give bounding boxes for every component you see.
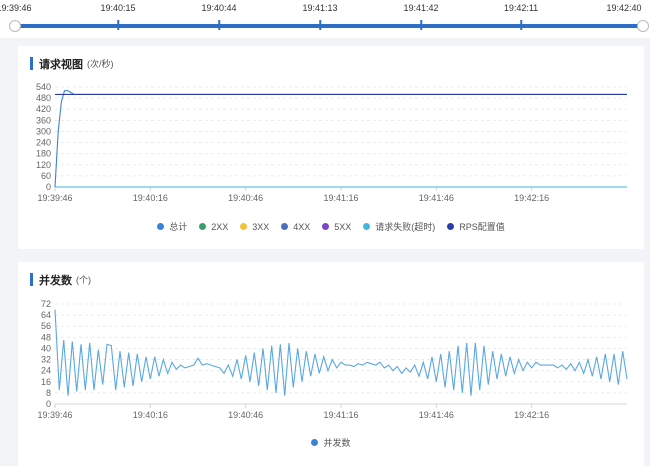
legend-label: 请求失败(超时)	[375, 222, 436, 232]
legend-marker	[157, 223, 165, 230]
timeline-label: 19:40:44	[201, 3, 237, 13]
timeline-tick	[520, 20, 522, 30]
y-tick-label: 0	[46, 182, 51, 192]
legend-marker	[281, 223, 289, 230]
concurrency-chart: 08162432 4048566472 19:39:46 19:40:16 19:40:…	[37, 299, 628, 420]
request-view-chart: 060120180240 300360420480540 19:39:46 19:40…	[36, 82, 627, 203]
legend-marker	[199, 223, 207, 230]
legend-label: RPS配置值	[459, 222, 505, 232]
legend-item[interactable]: 5XX	[322, 220, 351, 233]
timeline-label: 19:42:11	[503, 3, 539, 13]
x-tick-label: 19:40:16	[133, 193, 168, 203]
y-tick-label: 60	[41, 171, 51, 181]
legend-marker	[447, 223, 455, 230]
timeline-tick	[420, 20, 422, 30]
request-view-panel: 请求视图 (次/秒) 0 60 120 180 240 300 360 420 480 540 19…	[18, 46, 644, 249]
y-tick-label: 8	[46, 388, 51, 398]
timeline-label: 19:40:15	[100, 3, 136, 13]
x-tick-label: 19:40:16	[133, 410, 168, 420]
concurrency-legend: 并发数	[18, 436, 644, 449]
concurrency-panel: 并发数 (个) 0 8 16 24 32 40 48 56 64 72 19:39:46 19:40:…	[18, 262, 644, 466]
timeline-label: 19:41:13	[302, 3, 338, 13]
y-tick-label: 32	[41, 355, 51, 365]
y-tick-label: 40	[41, 343, 51, 353]
timeline-end-handle[interactable]	[637, 20, 649, 32]
series-line	[54, 90, 627, 188]
timeline-tick	[117, 20, 119, 30]
timeline-label: 19:42:40	[606, 3, 642, 13]
x-tick-label: 19:41:16	[323, 410, 358, 420]
legend-item[interactable]: 总计	[157, 220, 187, 233]
y-tick-label: 64	[41, 310, 51, 320]
legend-marker	[311, 439, 319, 446]
x-tick-label: 19:40:46	[228, 410, 263, 420]
timeline-tick	[218, 20, 220, 30]
x-tick-label: 19:41:16	[323, 193, 358, 203]
y-tick-label: 16	[41, 377, 51, 387]
y-tick-label: 540	[36, 82, 51, 92]
series-line	[54, 309, 628, 396]
request-view-legend: 总计 2XX 3XX 4XX 5XX 请求失败(超时) RPS配置值	[18, 220, 644, 233]
legend-item[interactable]: RPS配置值	[447, 220, 505, 233]
legend-marker	[240, 223, 248, 230]
timeline-label: 19:39:46	[0, 3, 32, 13]
y-tick-label: 240	[36, 138, 51, 148]
legend-marker	[322, 223, 330, 230]
legend-item[interactable]: 4XX	[281, 220, 310, 233]
y-tick-label: 72	[41, 299, 51, 309]
y-tick-label: 180	[36, 149, 51, 159]
legend-item[interactable]: 请求失败(超时)	[363, 220, 435, 233]
y-tick-label: 24	[41, 366, 51, 376]
legend-label: 总计	[169, 222, 188, 232]
y-tick-label: 360	[36, 115, 51, 125]
timeline-tick	[319, 20, 321, 30]
legend-item[interactable]: 2XX	[199, 220, 228, 233]
legend-label: 4XX	[293, 221, 311, 232]
time-range-timeline: 19:39:46 19:40:15 19:40:44 19:41:13 19:4…	[0, 0, 650, 38]
legend-item[interactable]: 3XX	[240, 220, 269, 233]
y-tick-label: 120	[36, 160, 51, 170]
x-tick-label: 19:40:46	[228, 193, 263, 203]
x-tick-label: 19:42:16	[514, 410, 549, 420]
x-tick-label: 19:41:46	[419, 410, 454, 420]
y-tick-label: 300	[36, 126, 51, 136]
legend-label: 5XX	[334, 221, 352, 232]
x-tick-label: 19:42:16	[514, 193, 549, 203]
y-tick-label: 0	[46, 399, 51, 409]
legend-item[interactable]: 并发数	[311, 436, 351, 449]
legend-marker	[363, 223, 371, 230]
y-tick-label: 420	[36, 104, 51, 114]
legend-label: 2XX	[211, 221, 229, 232]
x-tick-label: 19:39:46	[37, 410, 72, 420]
legend-label: 并发数	[323, 438, 351, 448]
timeline-start-handle[interactable]	[9, 20, 21, 32]
timeline-track[interactable]	[15, 24, 642, 28]
y-tick-label: 56	[41, 321, 51, 331]
y-tick-label: 48	[41, 332, 51, 342]
x-tick-label: 19:39:46	[37, 193, 72, 203]
x-tick-label: 19:41:46	[419, 193, 454, 203]
legend-label: 3XX	[252, 221, 270, 232]
y-tick-label: 480	[36, 93, 51, 103]
timeline-label: 19:41:42	[403, 3, 439, 13]
